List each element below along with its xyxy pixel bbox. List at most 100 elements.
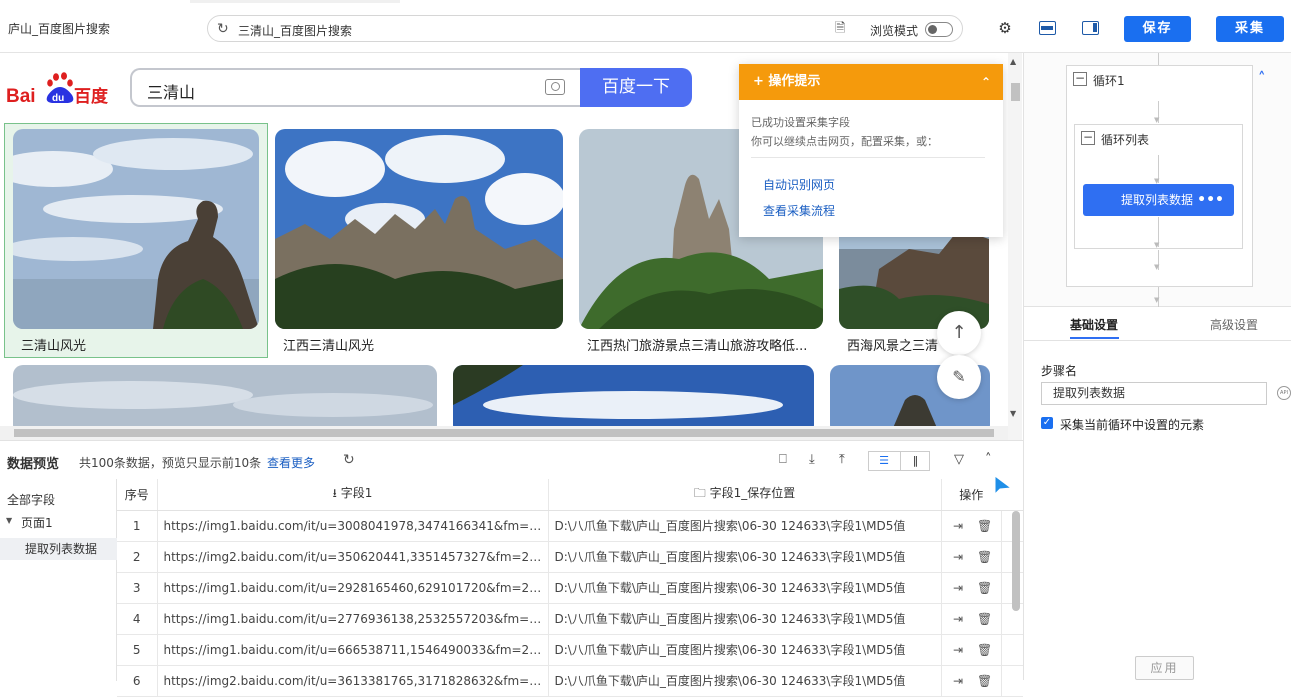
- edit-button[interactable]: ✎: [937, 355, 981, 399]
- address-bar[interactable]: ↻ 三清山_百度图片搜索 🗎 浏览模式: [207, 15, 963, 42]
- image-caption[interactable]: 西海风景之三清: [847, 335, 947, 354]
- download-icon[interactable]: ⤓: [809, 452, 815, 467]
- side-panel-layout-icon[interactable]: [1082, 21, 1099, 35]
- flow-arrow-icon: ▼: [1154, 296, 1160, 304]
- auto-detect-link[interactable]: 自动识别网页: [763, 176, 835, 193]
- open-icon[interactable]: ⇥: [951, 612, 965, 626]
- vertical-scrollbar[interactable]: [1008, 53, 1022, 440]
- table-row: 1 https://img1.baidu.com/it/u=3008041978…: [117, 510, 1023, 542]
- more-icon[interactable]: •••: [1197, 184, 1224, 216]
- save-button[interactable]: 保存: [1124, 16, 1191, 42]
- cell-url[interactable]: https://img1.baidu.com/it/u=2776936138,2…: [157, 603, 549, 635]
- flow-arrow-icon: ▼: [1154, 116, 1160, 124]
- scroll-thumb[interactable]: [1011, 83, 1020, 101]
- image-thumbnail[interactable]: [13, 129, 259, 329]
- collapse-up-icon[interactable]: ˄: [1258, 69, 1266, 87]
- data-table: 序号 ⭳ 字段1 🗀 字段1_保存位置 操作 1 https://img1.ba…: [117, 479, 1023, 697]
- trash-icon[interactable]: 🗑: [977, 612, 992, 626]
- all-fields-item[interactable]: 全部字段: [7, 491, 55, 508]
- search-button[interactable]: 百度一下: [580, 68, 692, 107]
- cell-url[interactable]: https://img1.baidu.com/it/u=3008041978,3…: [157, 510, 549, 542]
- scroll-down-icon[interactable]: ▼: [1010, 409, 1016, 418]
- cell-path[interactable]: D:\八爪鱼下载\庐山_百度图片搜索\06-30 124633\字段1\MD5值: [548, 572, 942, 604]
- tree-item-extract-list[interactable]: 提取列表数据: [0, 538, 117, 560]
- table-scroll-thumb[interactable]: [1012, 511, 1020, 611]
- image-caption[interactable]: 江西热门旅游景点三清山旅游攻略低...: [587, 335, 823, 354]
- url-text[interactable]: 三清山_百度图片搜索: [238, 22, 352, 39]
- api-icon[interactable]: API: [1277, 386, 1291, 400]
- cell-path[interactable]: D:\八爪鱼下载\庐山_百度图片搜索\06-30 124633\字段1\MD5值: [548, 510, 942, 542]
- horizontal-scrollbar[interactable]: [0, 426, 1008, 440]
- column-view-icon[interactable]: ‖: [900, 452, 930, 470]
- filter-icon[interactable]: ▽: [954, 452, 964, 467]
- browse-mode-toggle[interactable]: [925, 22, 953, 37]
- extract-list-node[interactable]: 提取列表数据 •••: [1083, 184, 1234, 216]
- cell-url[interactable]: https://img1.baidu.com/it/u=666538711,15…: [157, 634, 549, 666]
- search-value[interactable]: 三清山: [147, 79, 195, 103]
- cell-url[interactable]: https://img2.baidu.com/it/u=350620441,33…: [157, 541, 549, 573]
- bottom-panel-layout-icon[interactable]: [1039, 21, 1056, 35]
- column-header-field1-path[interactable]: 🗀 字段1_保存位置: [548, 479, 942, 511]
- column-header-field1-label: 字段1: [340, 485, 373, 500]
- tree-item-page1[interactable]: 页面1: [21, 514, 53, 531]
- cell-path[interactable]: D:\八爪鱼下载\庐山_百度图片搜索\06-30 124633\字段1\MD5值: [548, 541, 942, 573]
- page-settings-icon[interactable]: 🗎: [835, 21, 851, 37]
- collect-button[interactable]: 采集: [1216, 16, 1284, 42]
- top-toolbar: 庐山_百度图片搜索 ↻ 三清山_百度图片搜索 🗎 浏览模式 ⚙ 保存 采集: [0, 0, 1291, 53]
- column-header-field1[interactable]: ⭳ 字段1: [157, 479, 549, 511]
- row-spacer: [1001, 665, 1023, 697]
- camera-icon[interactable]: [545, 79, 565, 95]
- tab-basic-settings[interactable]: 基础设置: [1070, 316, 1118, 333]
- image-caption[interactable]: 江西三清山风光: [283, 335, 563, 354]
- trash-icon[interactable]: 🗑: [977, 519, 992, 533]
- scroll-up-icon[interactable]: ▲: [1010, 57, 1016, 66]
- image-caption[interactable]: 三清山风光: [21, 335, 259, 354]
- apply-button[interactable]: 应用: [1135, 656, 1194, 680]
- open-icon[interactable]: ⇥: [951, 519, 965, 533]
- table-row: 6 https://img2.baidu.com/it/u=3613381765…: [117, 665, 1023, 697]
- view-flow-link[interactable]: 查看采集流程: [763, 202, 835, 219]
- image-thumbnail[interactable]: [453, 365, 814, 435]
- collect-elements-checkbox[interactable]: ✓: [1041, 417, 1053, 429]
- cell-path[interactable]: D:\八爪鱼下载\庐山_百度图片搜索\06-30 124633\字段1\MD5值: [548, 634, 942, 666]
- image-thumbnail[interactable]: [275, 129, 563, 329]
- search-input[interactable]: 三清山: [130, 68, 581, 107]
- trash-icon[interactable]: 🗑: [977, 550, 992, 564]
- add-field-icon[interactable]: ⎕: [779, 452, 787, 467]
- tips-header[interactable]: + 操作提示 ⌃: [739, 64, 1003, 100]
- view-more-link[interactable]: 查看更多: [267, 454, 315, 471]
- scroll-thumb[interactable]: [14, 429, 994, 437]
- back-to-top-button[interactable]: ↑: [937, 311, 981, 355]
- collapse-icon[interactable]: ⌃: [981, 64, 991, 100]
- list-view-icon[interactable]: ☰: [869, 452, 899, 470]
- open-icon[interactable]: ⇥: [951, 581, 965, 595]
- open-icon[interactable]: ⇥: [951, 550, 965, 564]
- open-icon[interactable]: ⇥: [951, 674, 965, 688]
- collect-elements-label[interactable]: 采集当前循环中设置的元素: [1060, 416, 1204, 433]
- upload-icon[interactable]: ⤒: [839, 452, 845, 467]
- browse-mode-label: 浏览模式: [870, 24, 919, 38]
- tab-advanced-settings[interactable]: 高级设置: [1210, 316, 1258, 333]
- expand-caret-icon[interactable]: ▼: [6, 516, 12, 525]
- open-icon[interactable]: ⇥: [951, 643, 965, 657]
- baidu-logo[interactable]: Bai du 百度: [6, 71, 111, 109]
- cell-path[interactable]: D:\八爪鱼下载\庐山_百度图片搜索\06-30 124633\字段1\MD5值: [548, 665, 942, 697]
- collapse-toggle[interactable]: −: [1073, 72, 1087, 86]
- collapse-toggle[interactable]: −: [1081, 131, 1095, 145]
- refresh-icon[interactable]: ↻: [343, 452, 355, 468]
- trash-icon[interactable]: 🗑: [977, 581, 992, 595]
- cell-path[interactable]: D:\八爪鱼下载\庐山_百度图片搜索\06-30 124633\字段1\MD5值: [548, 603, 942, 635]
- table-row: 2 https://img2.baidu.com/it/u=350620441,…: [117, 541, 1023, 573]
- gear-icon[interactable]: ⚙: [997, 20, 1013, 36]
- trash-icon[interactable]: 🗑: [977, 643, 992, 657]
- cell-url[interactable]: https://img2.baidu.com/it/u=3613381765,3…: [157, 665, 549, 697]
- view-mode-toggle[interactable]: ☰ ‖: [868, 451, 930, 471]
- refresh-icon[interactable]: ↻: [217, 21, 233, 37]
- collapse-up-icon[interactable]: ˄: [985, 452, 992, 467]
- table-row: 5 https://img1.baidu.com/it/u=666538711,…: [117, 634, 1023, 666]
- trash-icon[interactable]: 🗑: [977, 674, 992, 688]
- cell-url[interactable]: https://img1.baidu.com/it/u=2928165460,6…: [157, 572, 549, 604]
- tab-title[interactable]: 庐山_百度图片搜索: [8, 20, 110, 37]
- step-name-input[interactable]: 提取列表数据: [1041, 382, 1267, 405]
- image-thumbnail[interactable]: [13, 365, 437, 435]
